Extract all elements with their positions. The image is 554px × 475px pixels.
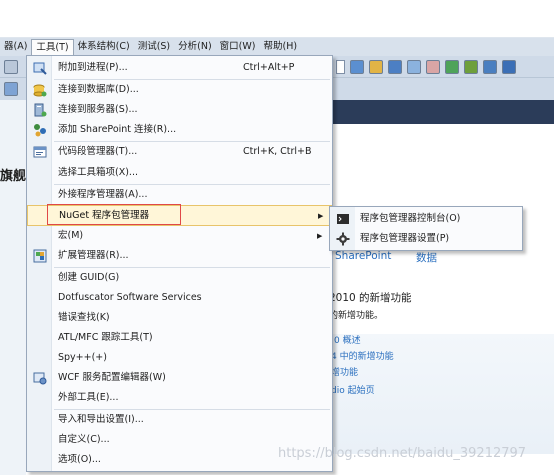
menu-analyze[interactable]: 分析(N) [174,39,216,55]
nuget-submenu: 程序包管理器控制台(O) 程序包管理器设置(P) [329,206,523,251]
menu-item-dotfuscator[interactable]: Dotfuscator Software Services [27,288,332,308]
menu-item-wcf-config-editor[interactable]: WCF 服务配置编辑器(W) [27,368,332,388]
whats-new-heading: 2010 的新增功能 [329,292,412,304]
submenu-arrow-icon: ▶ [318,212,324,220]
menu-item-package-manager-settings[interactable]: 程序包管理器设置(P) [330,229,522,249]
window-title-area [0,0,554,38]
dropdown-combo[interactable] [336,60,345,74]
menu-help[interactable]: 帮助(H) [259,39,301,55]
start-page-heading: 旗舰 [0,169,27,184]
menu-bar: 器(A) 工具(T) 体系结构(C) 测试(S) 分析(N) 窗口(W) 帮助(… [0,38,554,57]
data-link[interactable]: 数据 [416,250,437,265]
attach-process-icon [33,61,47,75]
wcf-config-icon [33,371,47,385]
menu-item-atl-mfc-trace[interactable]: ATL/MFC 跟踪工具(T) [27,328,332,348]
toolbar-button[interactable] [4,60,18,74]
menu-item-attach-process[interactable]: 附加到进程(P)... Ctrl+Alt+P [27,58,332,78]
menu-item-error-lookup[interactable]: 错误查找(K) [27,308,332,328]
menu-architecture[interactable]: 体系结构(C) [74,39,134,55]
menu-item-macros[interactable]: 宏(M) ▶ [27,226,332,246]
object-browser-icon[interactable] [407,60,421,74]
menu-item-snippet-manager[interactable]: 代码段管理器(T)... Ctrl+K, Ctrl+B [27,142,332,162]
command-window-icon[interactable] [502,60,516,74]
start-page-icon[interactable] [445,60,459,74]
whats-new-subtitle: 的新增功能。 [329,311,384,321]
menu-item-choose-toolbox-items[interactable]: 选择工具箱项(X)... [27,163,332,183]
menu-test[interactable]: 测试(S) [134,39,174,55]
solution-explorer-icon[interactable] [369,60,383,74]
connect-database-icon [33,83,47,97]
sharepoint-connection-icon [33,123,47,137]
overview-link[interactable]: 0 概述 [334,333,361,346]
whats-new-link[interactable]: 4 中的新增功能 [331,349,394,362]
menu-item-spy-plus-plus[interactable]: Spy++(+) [27,348,332,368]
menu-item-connect-server[interactable]: 连接到服务器(S)... [27,100,332,120]
output-window-icon[interactable] [483,60,497,74]
left-edge-panel [0,100,26,475]
snippet-manager-icon [33,145,47,159]
menu-item-import-export-settings[interactable]: 导入和导出设置(I)... [27,410,332,430]
toolbox-icon[interactable] [426,60,440,74]
menu-item-external-tools[interactable]: 外部工具(E)... [27,388,332,408]
tools-dropdown-menu: 附加到进程(P)... Ctrl+Alt+P 连接到数据库(D)... 连接到服… [26,55,333,472]
connect-server-icon [33,103,47,117]
console-icon [336,212,350,226]
menu-item-add-sharepoint-connection[interactable]: 添加 SharePoint 连接(R)... [27,120,332,140]
menu-item-package-manager-console[interactable]: 程序包管理器控制台(O) [330,209,522,229]
sharepoint-link[interactable]: SharePoint [335,250,391,262]
toolbar-button[interactable] [4,82,18,96]
menu-window[interactable]: 窗口(W) [216,39,260,55]
annotation-highlight-box [47,204,181,225]
menu-item-addin-manager[interactable]: 外接程序管理器(A)... [27,185,332,205]
new-features-link[interactable]: 增功能 [331,365,358,378]
start-page-link[interactable]: dio 起始页 [331,383,375,396]
menu-item-connect-database[interactable]: 连接到数据库(D)... [27,80,332,100]
submenu-arrow-icon: ▶ [317,232,323,240]
menu-architecture-partial[interactable]: 器(A) [0,39,31,55]
find-icon[interactable] [350,60,364,74]
extension-manager-icon [33,249,47,263]
extension-icon[interactable] [464,60,478,74]
properties-icon[interactable] [388,60,402,74]
menu-item-create-guid[interactable]: 创建 GUID(G) [27,268,332,288]
settings-gear-icon [336,232,350,246]
menu-item-extension-manager[interactable]: 扩展管理器(R)... [27,246,332,266]
watermark: https://blog.csdn.net/baidu_39212797 [278,446,527,461]
